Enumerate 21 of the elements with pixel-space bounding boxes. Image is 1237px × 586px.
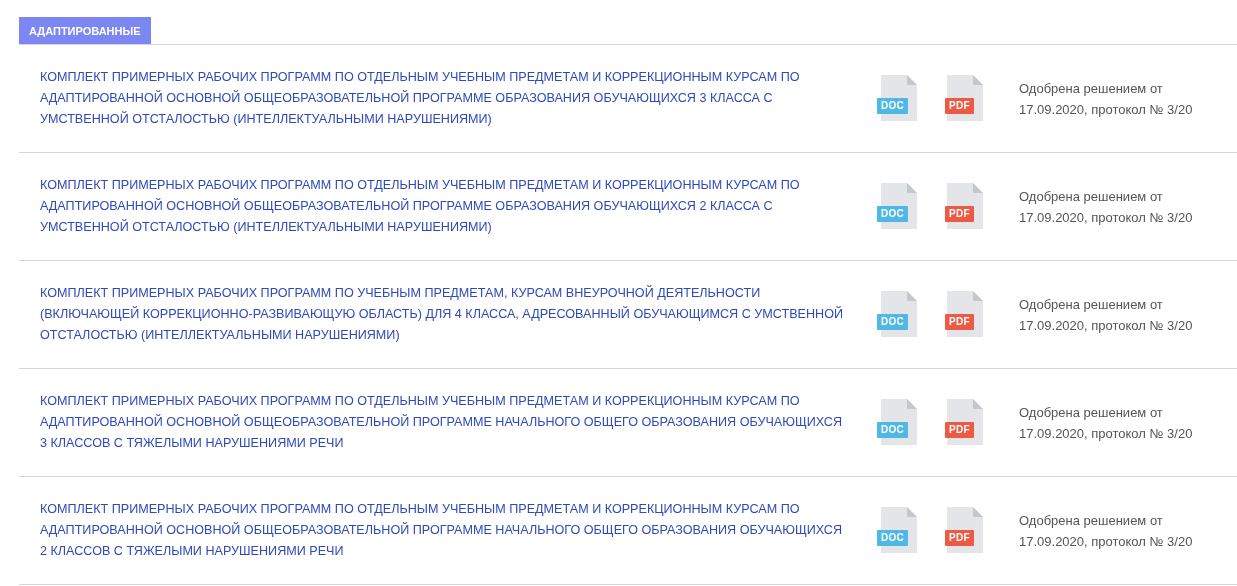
category-tab[interactable]: АДАПТИРОВАННЫЕ <box>19 17 151 44</box>
approval-status: Одобрена решением от 17.09.2020, протокол № 3/20 <box>1019 511 1194 551</box>
document-title-link[interactable]: КОМПЛЕКТ ПРИМЕРНЫХ РАБОЧИХ ПРОГРАММ ПО ОТДЕЛЬНЫМ УЧЕБНЫМ ПРЕДМЕТАМ И КОРРЕКЦИОННЫМ КУРСАМ ПО АДАПТИРОВАННОЙ ОСНОВНОЙ ОБЩЕОБРАЗОВАТЕЛЬНОЙ ПРОГРАММЕ НАЧАЛЬНОГО ОБЩЕГО ОБРАЗОВАНИЯ ОБУЧАЮЩИХСЯ 2 КЛАССОВ С ТЯЖЕЛЫМИ НАРУШЕНИЯМИ РЕЧИ <box>40 499 850 562</box>
approval-status: Одобрена решением от 17.09.2020, протокол № 3/20 <box>1019 79 1194 119</box>
approval-status: Одобрена решением от 17.09.2020, протокол № 3/20 <box>1019 187 1194 227</box>
doc-file-link[interactable]: DOC <box>877 398 917 447</box>
doc-file-link[interactable]: DOC <box>877 74 917 123</box>
document-title-link[interactable]: КОМПЛЕКТ ПРИМЕРНЫХ РАБОЧИХ ПРОГРАММ ПО УЧЕБНЫМ ПРЕДМЕТАМ, КУРСАМ ВНЕУРОЧНОЙ ДЕЯТЕЛЬНОСТИ (ВКЛЮЧАЮЩЕЙ КОРРЕКЦИОННО-РАЗВИВАЮЩУЮ ОБЛАСТЬ) ДЛЯ 4 КЛАССА, АДРЕСОВАННЫЙ ОБУЧАЮЩИМСЯ С УМСТВЕННОЙ ОТСТАЛОСТЬЮ (ИНТЕЛЛЕКТУАЛЬНЫМИ НАРУШЕНИЯМИ) <box>40 283 850 346</box>
pdf-file-link[interactable]: PDF <box>943 506 983 555</box>
pdf-file-link[interactable]: PDF <box>943 182 983 231</box>
pdf-file-link[interactable]: PDF <box>943 290 983 339</box>
document-title-link[interactable]: КОМПЛЕКТ ПРИМЕРНЫХ РАБОЧИХ ПРОГРАММ ПО ОТДЕЛЬНЫМ УЧЕБНЫМ ПРЕДМЕТАМ И КОРРЕКЦИОННЫМ КУРСАМ ПО АДАПТИРОВАННОЙ ОСНОВНОЙ ОБЩЕОБРАЗОВАТЕЛЬНОЙ ПРОГРАММЕ НАЧАЛЬНОГО ОБЩЕГО ОБРАЗОВАНИЯ ОБУЧАЮЩИХСЯ 3 КЛАССОВ С ТЯЖЕЛЫМИ НАРУШЕНИЯМИ РЕЧИ <box>40 391 850 454</box>
document-title-link[interactable]: КОМПЛЕКТ ПРИМЕРНЫХ РАБОЧИХ ПРОГРАММ ПО ОТДЕЛЬНЫМ УЧЕБНЫМ ПРЕДМЕТАМ И КОРРЕКЦИОННЫМ КУРСАМ ПО АДАПТИРОВАННОЙ ОСНОВНОЙ ОБЩЕОБРАЗОВАТЕЛЬНОЙ ПРОГРАММЕ ОБРАЗОВАНИЯ ОБУЧАЮЩИХСЯ 3 КЛАССА С УМСТВЕННОЙ ОТСТАЛОСТЬЮ (ИНТЕЛЛЕКТУАЛЬНЫМИ НАРУШЕНИЯМИ) <box>40 67 850 130</box>
doc-file-link[interactable]: DOC <box>877 506 917 555</box>
approval-status: Одобрена решением от 17.09.2020, протокол № 3/20 <box>1019 403 1194 443</box>
document-title-link[interactable]: КОМПЛЕКТ ПРИМЕРНЫХ РАБОЧИХ ПРОГРАММ ПО ОТДЕЛЬНЫМ УЧЕБНЫМ ПРЕДМЕТАМ И КОРРЕКЦИОННЫМ КУРСАМ ПО АДАПТИРОВАННОЙ ОСНОВНОЙ ОБЩЕОБРАЗОВАТЕЛЬНОЙ ПРОГРАММЕ ОБРАЗОВАНИЯ ОБУЧАЮЩИХСЯ 2 КЛАССА С УМСТВЕННОЙ ОТСТАЛОСТЬЮ (ИНТЕЛЛЕКТУАЛЬНЫМИ НАРУШЕНИЯМИ) <box>40 175 850 238</box>
doc-file-link[interactable]: DOC <box>877 290 917 339</box>
pdf-file-link[interactable]: PDF <box>943 74 983 123</box>
doc-file-link[interactable]: DOC <box>877 182 917 231</box>
pdf-file-link[interactable]: PDF <box>943 398 983 447</box>
approval-status: Одобрена решением от 17.09.2020, протокол № 3/20 <box>1019 295 1194 335</box>
